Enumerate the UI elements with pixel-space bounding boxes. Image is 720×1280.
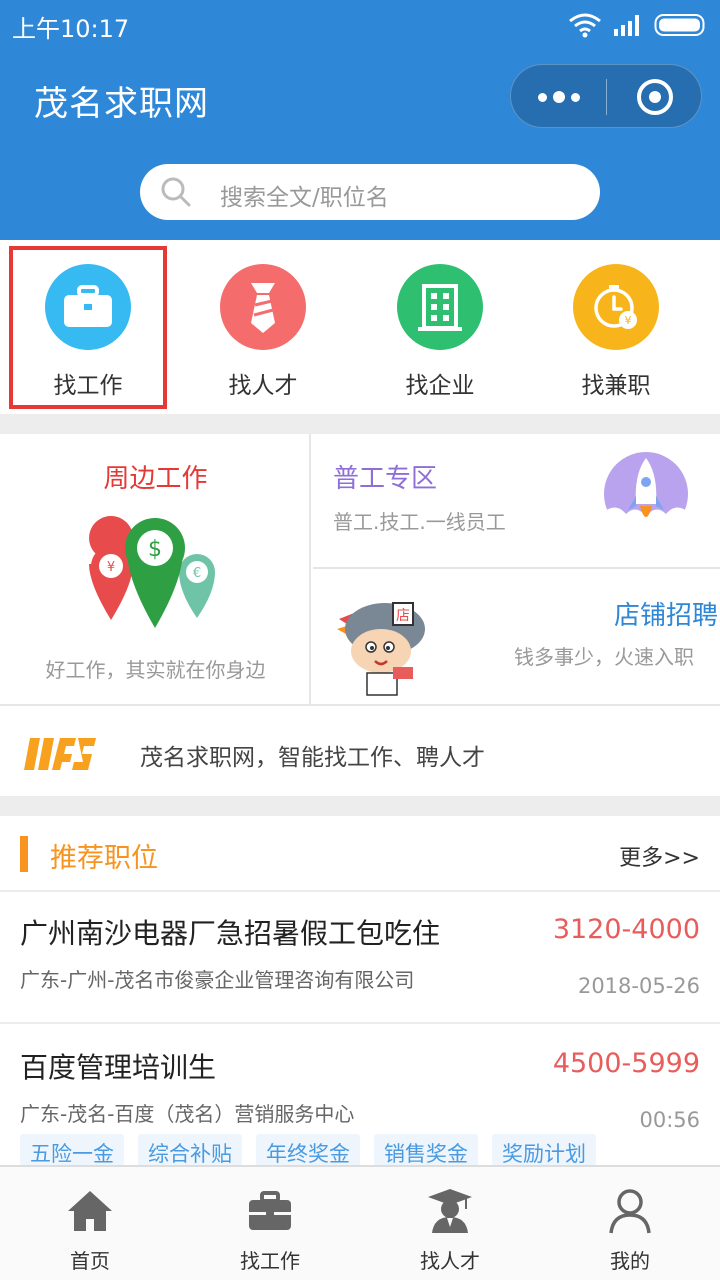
category-find-company[interactable]: 找企业: [360, 240, 520, 414]
tab-home[interactable]: 首页: [0, 1167, 180, 1280]
section-divider: [0, 414, 720, 434]
more-dot-icon: [552, 91, 565, 103]
shopkeeper-mascot-icon: 店: [337, 602, 425, 696]
job-tags: 五险一金 综合补贴 年终奖金 销售奖金 奖励计划: [20, 1134, 596, 1165]
general-worker-subtitle: 普工.技工.一线员工: [333, 510, 506, 534]
search-icon: [161, 177, 191, 207]
announcement-badge-icon: [24, 738, 96, 770]
job-item[interactable]: 广州南沙电器厂急招暑假工包吃住 3120-4000 广东-广州-茂名市俊豪企业管…: [0, 892, 720, 1024]
notice-bar[interactable]: 茂名求职网，智能找工作、聘人才: [0, 704, 720, 796]
recommended-header: 推荐职位 更多>>: [0, 816, 720, 892]
close-mini-program-button[interactable]: [607, 65, 703, 129]
graduate-icon: [428, 1189, 472, 1233]
category-label: 找人才: [228, 373, 298, 399]
nearby-jobs-title: 周边工作: [103, 464, 208, 494]
signal-icon: [614, 15, 639, 36]
job-salary: 4500-5999: [552, 1048, 700, 1079]
general-worker-card[interactable]: 普工专区 普工.技工.一线员工: [313, 434, 720, 569]
highlight-box: [9, 246, 167, 409]
svg-text:$: $: [148, 537, 162, 562]
nearby-jobs-subtitle: 好工作，其实就在你身边: [45, 658, 266, 682]
mini-program-capsule: [510, 64, 702, 128]
job-tag: 综合补贴: [138, 1134, 242, 1165]
category-label: 找兼职: [581, 373, 651, 399]
feature-grid: 周边工作 ¥ € $ 好工作，其实就在你身边 普工专区 普工.技工.一线员工 店…: [0, 434, 720, 704]
job-date: 2018-05-26: [577, 974, 700, 998]
tab-find-talent[interactable]: 找人才: [360, 1167, 540, 1280]
tab-label: 首页: [70, 1249, 110, 1273]
job-title: 百度管理培训生: [20, 1051, 217, 1084]
home-icon: [68, 1191, 112, 1231]
shop-recruit-card[interactable]: 店 店铺招聘 钱多事少，火速入职: [313, 571, 720, 704]
more-button[interactable]: [511, 65, 606, 129]
job-tag: 奖励计划: [492, 1134, 596, 1165]
search-input[interactable]: 搜索全文/职位名: [140, 164, 600, 220]
category-find-talent[interactable]: 找人才: [183, 240, 343, 414]
clock-coin-icon: ¥: [573, 264, 659, 350]
tie-icon: [220, 264, 306, 350]
tab-label: 我的: [610, 1249, 650, 1273]
search-placeholder: 搜索全文/职位名: [220, 185, 389, 211]
more-dot-icon: [570, 92, 580, 102]
building-icon: [397, 264, 483, 350]
job-title: 广州南沙电器厂急招暑假工包吃住: [20, 917, 441, 950]
status-time: 上午10:17: [12, 15, 130, 43]
category-label: 找企业: [405, 373, 475, 399]
job-company: 广东-广州-茂名市俊豪企业管理咨询有限公司: [20, 968, 415, 992]
notice-text: 茂名求职网，智能找工作、聘人才: [140, 745, 485, 771]
battery-icon: [654, 14, 705, 36]
job-date: 00:56: [639, 1108, 700, 1132]
briefcase-icon: [249, 1191, 291, 1230]
recommended-title: 推荐职位: [50, 843, 158, 874]
tab-mine[interactable]: 我的: [540, 1167, 720, 1280]
rocket-icon: [604, 452, 688, 536]
job-tag: 年终奖金: [256, 1134, 360, 1165]
status-icons: [568, 10, 708, 40]
bottom-tab-bar: 首页 找工作 找人才 我的: [0, 1165, 720, 1280]
category-find-parttime[interactable]: ¥ 找兼职: [536, 240, 696, 414]
tab-find-job[interactable]: 找工作: [180, 1167, 360, 1280]
section-accent-bar: [20, 836, 28, 872]
svg-text:店: 店: [396, 608, 410, 624]
nearby-jobs-card[interactable]: 周边工作 ¥ € $ 好工作，其实就在你身边: [0, 434, 311, 704]
target-icon: [637, 79, 673, 115]
header: 上午10:17 茂名求职网 搜索全文/职位名: [0, 0, 720, 240]
page-title: 茂名求职网: [34, 84, 209, 124]
wifi-icon: [569, 13, 601, 38]
job-salary: 3120-4000: [552, 914, 700, 945]
user-icon: [609, 1189, 651, 1234]
status-bar: 上午10:17: [0, 0, 720, 50]
svg-text:¥: ¥: [625, 314, 632, 327]
section-divider: [0, 796, 720, 816]
job-item[interactable]: 百度管理培训生 4500-5999 广东-茂名-百度（茂名）营销服务中心 00:…: [0, 1026, 720, 1165]
tab-label: 找工作: [240, 1249, 300, 1273]
svg-text:€: €: [193, 566, 201, 581]
job-tag: 五险一金: [20, 1134, 124, 1165]
more-dot-icon: [537, 92, 547, 102]
shop-recruit-title: 店铺招聘: [613, 601, 718, 631]
more-link[interactable]: 更多>>: [619, 840, 700, 872]
svg-text:¥: ¥: [107, 560, 115, 575]
shop-recruit-subtitle: 钱多事少，火速入职: [514, 645, 694, 669]
general-worker-title: 普工专区: [333, 464, 438, 494]
tab-label: 找人才: [420, 1249, 480, 1273]
job-company: 广东-茂名-百度（茂名）营销服务中心: [20, 1102, 355, 1126]
job-tag: 销售奖金: [374, 1134, 478, 1165]
map-pins-icon: ¥ € $: [89, 516, 215, 628]
